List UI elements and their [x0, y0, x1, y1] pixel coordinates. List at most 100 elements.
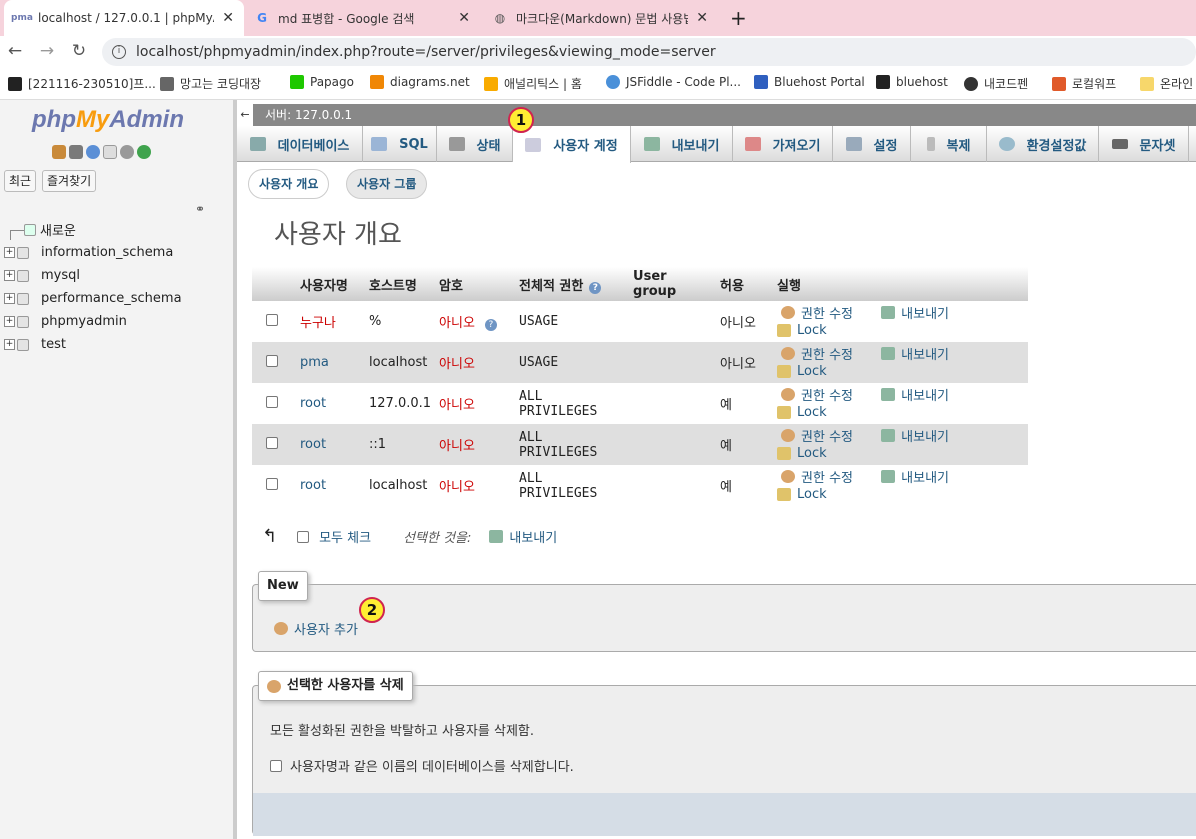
tab-title: 마크다운(Markdown) 문법 사용법: [516, 11, 689, 26]
expand-icon[interactable]: +: [4, 339, 15, 350]
column-header[interactable]: 암호: [431, 267, 512, 301]
bookmark-item[interactable]: JSFiddle - Code Pl...: [606, 75, 741, 89]
edit-privileges-link[interactable]: 권한 수정: [781, 344, 877, 363]
bookmark-item[interactable]: Papago: [290, 75, 354, 89]
recent-button[interactable]: 최근: [4, 170, 37, 192]
bookmark-item[interactable]: [221116-230510]프...: [8, 75, 156, 92]
tab-settings[interactable]: 설정: [833, 126, 911, 162]
password-cell: 아니오: [431, 342, 512, 383]
info-icon[interactable]: i: [112, 45, 126, 59]
close-tab-icon[interactable]: ✕: [222, 10, 234, 26]
export-link[interactable]: 내보내기: [881, 344, 975, 363]
collapse-sidebar-icon[interactable]: ←: [237, 104, 253, 126]
bookmark-item[interactable]: 온라인: [1140, 75, 1193, 92]
lock-icon: [777, 487, 792, 501]
edit-privileges-link[interactable]: 권한 수정: [781, 426, 877, 445]
settings-gear-icon[interactable]: [120, 145, 134, 159]
export-link[interactable]: 내보내기: [881, 467, 975, 486]
help-icon[interactable]: ?: [589, 281, 602, 294]
lock-link[interactable]: Lock: [777, 446, 827, 461]
tree-item-db[interactable]: + performance_schema: [4, 287, 182, 310]
tab-status[interactable]: 상태: [437, 126, 513, 162]
tab-export[interactable]: 내보내기: [631, 126, 733, 162]
bookmark-item[interactable]: 로컬워프: [1052, 75, 1116, 92]
browser-tab-phpmyadmin[interactable]: pma localhost / 127.0.0.1 | phpMyAdmin ✕: [4, 0, 244, 36]
subtab-user-groups[interactable]: 사용자 그룹: [346, 169, 428, 199]
export-link[interactable]: 내보내기: [881, 385, 975, 404]
lock-link[interactable]: Lock: [777, 487, 827, 502]
column-header[interactable]: 사용자명: [292, 267, 361, 301]
row-checkbox[interactable]: [266, 395, 278, 408]
row-checkbox[interactable]: [266, 477, 278, 490]
bookmark-item[interactable]: 내코드펜: [964, 75, 1028, 92]
url-field[interactable]: i localhost/phpmyadmin/index.php?route=/…: [102, 38, 1196, 66]
tree-item-new[interactable]: 새로운: [4, 218, 182, 241]
browser-tab-markdown[interactable]: ◍ 마크다운(Markdown) 문법 사용법 ✕: [482, 0, 718, 36]
google-icon: G: [257, 11, 267, 25]
papago-icon: [290, 75, 304, 89]
bookmark-item[interactable]: diagrams.net: [370, 75, 470, 89]
browser-tab-google[interactable]: G md 표병합 - Google 검색 ✕: [244, 0, 480, 36]
lock-link[interactable]: Lock: [777, 405, 827, 420]
lock-link[interactable]: Lock: [777, 323, 827, 338]
export-link[interactable]: 내보내기: [881, 426, 975, 445]
bookmark-item[interactable]: bluehost: [876, 75, 948, 89]
column-header[interactable]: 호스트명: [361, 267, 432, 301]
home-icon[interactable]: [52, 145, 66, 159]
tab-charsets[interactable]: 문자셋: [1099, 126, 1189, 162]
bulk-export-button[interactable]: 내보내기: [489, 527, 557, 546]
expand-icon[interactable]: +: [4, 316, 15, 327]
edit-privileges-link[interactable]: 권한 수정: [781, 385, 877, 404]
delete-user-icon: [267, 679, 281, 693]
expand-icon[interactable]: +: [4, 270, 15, 281]
tab-user-accounts[interactable]: 사용자 계정: [513, 126, 631, 163]
expand-icon[interactable]: +: [4, 293, 15, 304]
link-icon[interactable]: ⚭: [195, 202, 205, 216]
close-tab-icon[interactable]: ✕: [696, 10, 708, 26]
close-tab-icon[interactable]: ✕: [458, 10, 470, 26]
edit-privileges-link[interactable]: 권한 수정: [781, 467, 877, 486]
check-all-checkbox[interactable]: [297, 530, 310, 543]
help-icon[interactable]: ?: [484, 319, 497, 331]
bookmark-item[interactable]: 애널리틱스 | 홈: [484, 75, 582, 92]
reload-icon[interactable]: ↻: [68, 40, 90, 62]
forward-icon[interactable]: →: [36, 40, 58, 62]
bookmark-item[interactable]: Bluehost Portal: [754, 75, 865, 89]
drop-database-checkbox[interactable]: [270, 759, 282, 772]
docs-icon[interactable]: [103, 145, 117, 159]
edit-privileges-link[interactable]: 권한 수정: [781, 303, 877, 322]
username-cell: root: [292, 424, 361, 465]
tab-title: localhost / 127.0.0.1 | phpMyAdmin: [38, 11, 214, 25]
favorites-button[interactable]: 즐겨찾기: [42, 170, 97, 192]
reload-icon[interactable]: [137, 145, 151, 159]
tab-databases[interactable]: 데이터베이스: [237, 126, 363, 162]
row-checkbox[interactable]: [266, 436, 278, 449]
new-tab-button[interactable]: +: [730, 6, 747, 30]
tree-item-db[interactable]: + test: [4, 333, 182, 356]
tab-replication[interactable]: 복제: [911, 126, 987, 162]
fieldset-footer: [253, 793, 1196, 836]
back-icon[interactable]: ←: [4, 40, 26, 62]
tree-item-db[interactable]: + information_schema: [4, 241, 182, 264]
sidebar-resizer[interactable]: [234, 100, 237, 839]
tab-sql[interactable]: SQL: [363, 126, 437, 162]
row-checkbox[interactable]: [266, 313, 278, 326]
tree-item-db[interactable]: + phpmyadmin: [4, 310, 182, 333]
password-cell: 아니오: [431, 383, 512, 424]
lock-link[interactable]: Lock: [777, 364, 827, 379]
check-all-label[interactable]: 모두 체크: [319, 527, 371, 546]
new-db-icon: [24, 223, 36, 236]
logout-icon[interactable]: [69, 145, 83, 159]
expand-icon[interactable]: +: [4, 247, 15, 258]
server-label[interactable]: 서버: 127.0.0.1: [265, 108, 352, 122]
tab-import[interactable]: 가져오기: [733, 126, 833, 162]
phpmyadmin-logo[interactable]: phpMyAdmin: [32, 106, 184, 134]
tab-variables[interactable]: 환경설정값: [987, 126, 1099, 162]
row-checkbox[interactable]: [266, 354, 278, 367]
subtab-user-overview[interactable]: 사용자 개요: [248, 169, 330, 199]
tree-item-db[interactable]: + mysql: [4, 264, 182, 287]
add-user-link[interactable]: 사용자 추가: [274, 619, 358, 638]
bookmark-item[interactable]: 망고는 코딩대장: [160, 75, 261, 92]
export-link[interactable]: 내보내기: [881, 303, 975, 322]
help-icon[interactable]: [86, 145, 100, 159]
